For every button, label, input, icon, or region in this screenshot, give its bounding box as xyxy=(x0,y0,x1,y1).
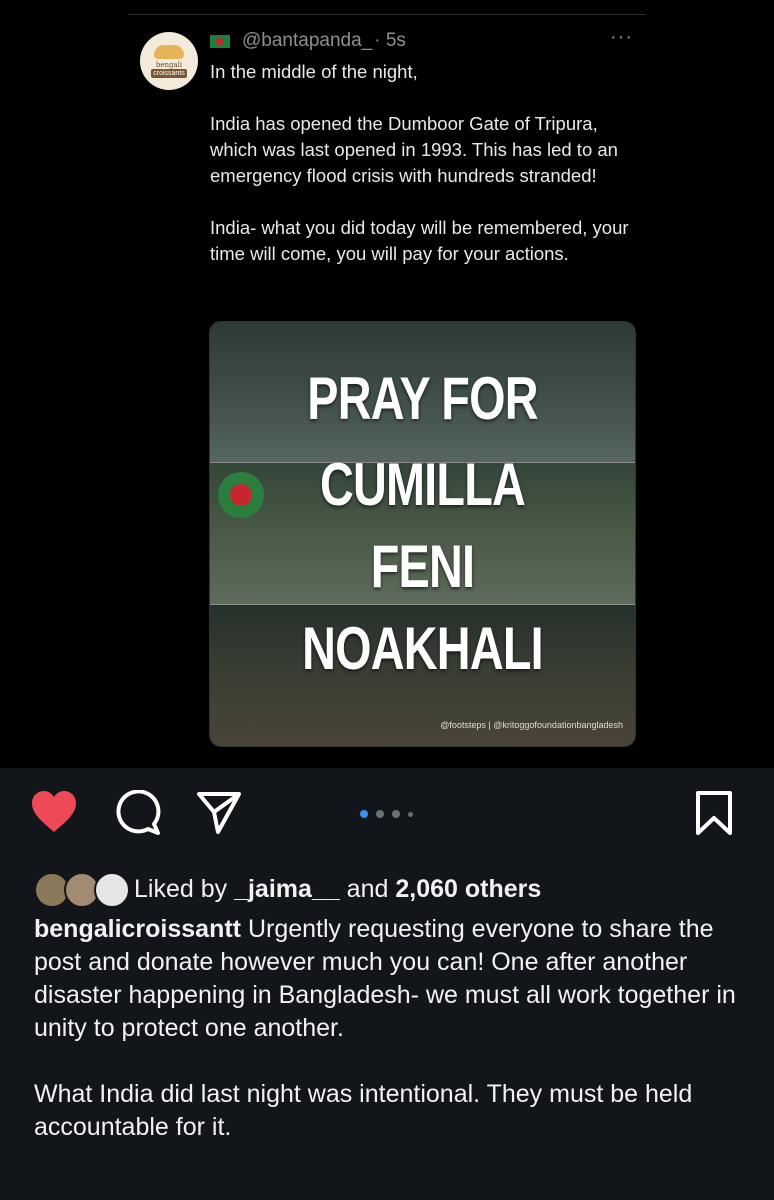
tweet-avatar[interactable]: bengali croissants xyxy=(140,32,198,90)
carousel-dot xyxy=(408,811,413,817)
image-credit: @footsteps | @kritoggofoundationbanglade… xyxy=(440,720,623,730)
likes-middle: and xyxy=(346,874,389,903)
poster-line-pray: PRAY FOR xyxy=(307,365,538,432)
poster-line-noakhali: NOAKHALI xyxy=(302,615,544,682)
carousel-indicator xyxy=(360,810,413,818)
tweet-paragraph: India- what you did today will be rememb… xyxy=(210,217,629,264)
likes-summary[interactable]: Liked by _jaima__ and 2,060 others xyxy=(34,871,541,908)
likes-prefix: Liked by xyxy=(134,874,228,903)
send-icon[interactable] xyxy=(196,790,242,836)
poster-line-feni: FENI xyxy=(370,533,475,600)
bookmark-icon[interactable] xyxy=(694,790,734,836)
post-caption: bengalicroissantt Urgently requesting ev… xyxy=(34,913,744,1177)
bangladesh-flag-icon xyxy=(210,34,230,48)
tweet-paragraph: In the middle of the night, xyxy=(210,61,418,82)
liker-avatars xyxy=(34,871,130,908)
tweet-image[interactable]: PRAY FOR CUMILLA FENI NOAKHALI @footstep… xyxy=(209,321,636,747)
tweet-time: · 5s xyxy=(374,30,406,51)
tweet-paragraph: India has opened the Dumboor Gate of Tri… xyxy=(210,113,618,186)
likes-count[interactable]: 2,060 others xyxy=(395,875,541,904)
heart-icon[interactable] xyxy=(30,790,78,834)
avatar-text-top: bengali xyxy=(155,60,183,69)
comment-icon[interactable] xyxy=(115,790,161,836)
avatar xyxy=(94,872,130,908)
croissant-logo xyxy=(154,44,184,59)
liker-username[interactable]: _jaima__ xyxy=(234,875,340,904)
poster-line-cumilla: CUMILLA xyxy=(319,451,526,518)
avatar-text-bottom: croissants xyxy=(151,68,187,78)
carousel-dot xyxy=(392,810,400,818)
carousel-dot xyxy=(376,810,384,818)
tweet-handle[interactable]: @bantapanda_ xyxy=(242,30,372,52)
tweet-header: @bantapanda_ · 5s xyxy=(210,30,406,52)
caption-username[interactable]: bengalicroissantt xyxy=(34,915,241,943)
carousel-dot xyxy=(360,810,368,818)
caption-text-2: What India did last night was intentiona… xyxy=(34,1080,693,1141)
more-options-icon[interactable]: ··· xyxy=(610,27,633,47)
tweet-card[interactable]: bengali croissants @bantapanda_ · 5s ···… xyxy=(0,0,774,768)
divider xyxy=(128,14,646,15)
tweet-text: In the middle of the night, India has op… xyxy=(210,59,640,293)
